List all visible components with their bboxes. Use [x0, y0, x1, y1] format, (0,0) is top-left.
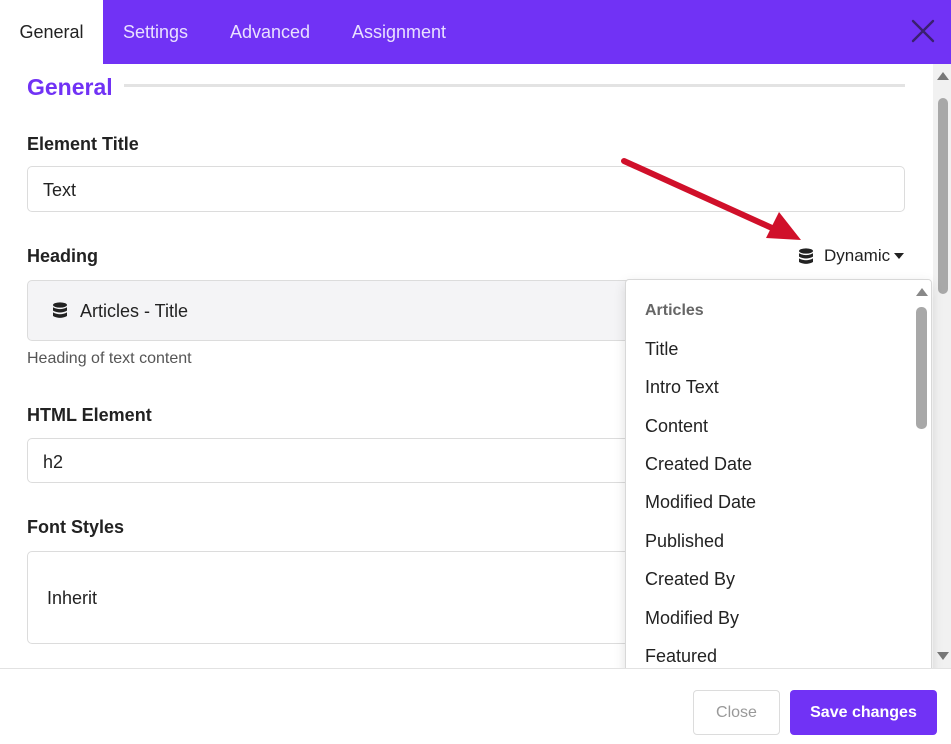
menu-item-featured[interactable]: Featured	[645, 646, 717, 667]
tab-settings[interactable]: Settings	[123, 0, 188, 64]
section-divider	[124, 84, 905, 87]
menu-item-content[interactable]: Content	[645, 416, 708, 437]
font-styles-label: Font Styles	[27, 517, 125, 537]
menu-item-title[interactable]: Title	[645, 339, 678, 360]
main-scrollbar[interactable]	[933, 64, 951, 668]
menu-item-intro-text[interactable]: Intro Text	[645, 377, 719, 398]
element-title-label: Element Title	[27, 134, 139, 154]
scroll-up-icon[interactable]	[937, 72, 949, 80]
database-icon	[53, 302, 67, 318]
menu-item-created-by[interactable]: Created By	[645, 569, 735, 590]
modal-footer: Close Save changes	[0, 668, 951, 744]
tab-advanced[interactable]: Advanced	[230, 0, 310, 64]
menu-item-modified-by[interactable]: Modified By	[645, 608, 739, 629]
menu-scrollbar-thumb[interactable]	[916, 307, 927, 429]
menu-group-header: Articles	[645, 302, 704, 319]
heading-label: Heading	[27, 246, 99, 266]
element-title-input[interactable]: Text	[27, 166, 905, 212]
html-element-value: h2	[43, 452, 64, 472]
caret-down-icon	[894, 253, 904, 259]
close-icon[interactable]	[908, 16, 938, 46]
heading-value: Articles - Title	[80, 301, 189, 321]
modal-header: General Settings Advanced Assignment	[0, 0, 951, 64]
element-title-value: Text	[43, 180, 77, 200]
menu-item-modified-date[interactable]: Modified Date	[645, 492, 756, 513]
close-button[interactable]: Close	[693, 690, 780, 735]
scrollbar-thumb[interactable]	[938, 98, 948, 294]
menu-scrollbar[interactable]	[912, 280, 931, 668]
html-element-label: HTML Element	[27, 405, 152, 425]
menu-scroll-up-icon[interactable]	[916, 288, 928, 296]
menu-item-created-date[interactable]: Created Date	[645, 454, 752, 475]
scroll-down-icon[interactable]	[937, 652, 949, 660]
heading-help-text: Heading of text content	[27, 350, 192, 367]
dynamic-dropdown-menu: Articles Title Intro Text Content Create…	[625, 279, 932, 668]
dynamic-label: Dynamic	[824, 246, 891, 265]
tab-general[interactable]: General	[0, 0, 103, 64]
tab-assignment[interactable]: Assignment	[352, 0, 446, 64]
section-title: General	[27, 74, 113, 100]
save-changes-button[interactable]: Save changes	[790, 690, 937, 735]
menu-item-published[interactable]: Published	[645, 531, 724, 552]
database-icon	[799, 248, 813, 264]
modal-body: General Element Title Text Heading Dynam…	[0, 64, 951, 668]
font-styles-value: Inherit	[47, 588, 98, 608]
